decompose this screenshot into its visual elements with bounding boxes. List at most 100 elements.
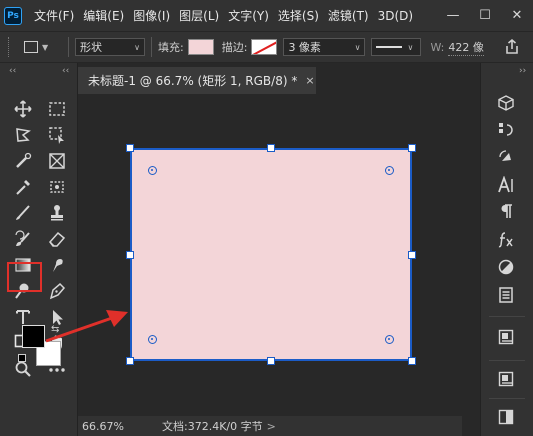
menu-3d[interactable]: 3D(D) [378,9,413,23]
frame-icon [49,153,65,169]
rectangle-tool-highlight [7,262,42,292]
photoshop-logo: Ps [4,6,22,25]
actions-panel-button[interactable] [494,145,518,169]
collapse-icon[interactable]: ›› [519,66,526,76]
brush-select-tool[interactable] [10,148,36,174]
collapse-icon[interactable]: ‹‹ [62,66,69,76]
swatches-icon [498,409,514,425]
spot-healing-tool[interactable] [44,174,70,200]
menu-layer[interactable]: 图层(L) [179,7,219,24]
mode-select-value: 形状 [80,41,102,54]
smudge-tool[interactable] [44,252,70,278]
corner-radius-handle[interactable] [385,166,394,175]
3d-panel-button[interactable] [494,91,518,115]
stroke-color-swatch[interactable] [251,39,278,55]
default-colors-icon[interactable] [18,354,26,362]
fill-color-swatch[interactable] [187,39,214,55]
document-info: 文档:372.4K/0 字节 [162,420,263,433]
transform-handle-left[interactable] [126,251,134,259]
menu-filter[interactable]: 滤镜(T) [328,7,369,24]
transform-handle-top[interactable] [267,144,275,152]
lasso-icon [16,128,31,142]
object-selection-icon [49,127,64,144]
document-tab[interactable]: 未标题-1 @ 66.7% (矩形 1, RGB/8) * × [78,67,316,94]
paragraph-panel-button[interactable] [494,199,518,223]
document-tab-title: 未标题-1 @ 66.7% (矩形 1, RGB/8) * [88,74,298,88]
mode-select[interactable]: 形状 ∨ [75,38,145,56]
transform-handle-top-right[interactable] [408,144,416,152]
minimize-button[interactable]: — [437,0,469,31]
layers-icon [498,329,514,345]
lasso-tool[interactable] [10,122,36,148]
panel-gap [462,63,480,436]
status-menu-arrow[interactable]: > [267,420,276,433]
fill-label: 填充: [158,41,184,54]
properties-panel-button[interactable] [494,283,518,307]
menu-edit[interactable]: 编辑(E) [83,7,124,24]
menu-image[interactable]: 图像(I) [133,7,170,24]
transform-handle-bottom[interactable] [267,357,275,365]
quick-selection-icon [16,152,32,168]
glyphs-panel-button[interactable] [494,227,518,251]
stroke-label: 描边: [221,41,248,54]
close-tab-icon[interactable]: × [305,74,314,87]
object-selection-tool[interactable] [44,122,70,148]
menu-file[interactable]: 文件(F) [34,7,74,24]
smudge-icon [53,259,63,272]
history-brush-icon [15,230,30,246]
history-brush-tool[interactable] [10,226,36,252]
crop-frame-tool[interactable] [44,148,70,174]
patch-icon [50,181,64,193]
width-field[interactable]: 422 像 [448,39,484,56]
restore-button[interactable]: ☐ [469,0,501,31]
zoom-level[interactable]: 66.67% [82,420,138,433]
collapse-icon[interactable]: ‹‹ [9,66,16,76]
share-icon[interactable] [503,38,521,56]
chevron-down-icon: ∨ [354,42,361,52]
tool-preset-picker[interactable]: ▼ [24,36,62,58]
history-panel-button[interactable] [494,118,518,142]
corner-radius-handle[interactable] [148,335,157,344]
stamp-icon [51,205,63,221]
menu-select[interactable]: 选择(S) [278,7,319,24]
right-panel-dock: ›› [480,63,533,436]
channels-icon [498,371,514,387]
brush-icon [16,205,30,220]
actions-icon [499,150,511,161]
move-icon [14,100,32,118]
chevron-down-icon: ∨ [134,42,140,52]
menu-bar: Ps 文件(F) 编辑(E) 图像(I) 图层(L) 文字(Y) 选择(S) 滤… [0,0,533,31]
marquee-tool[interactable] [44,96,70,122]
paragraph-icon [501,204,512,218]
marquee-icon [49,102,65,116]
transform-handle-right[interactable] [408,251,416,259]
character-panel-button[interactable] [494,173,518,197]
eyedropper-icon [16,180,30,195]
corner-radius-handle[interactable] [148,166,157,175]
stroke-type-select[interactable]: ∨ [371,38,422,56]
channels-panel-button[interactable] [494,367,518,391]
options-grip[interactable] [8,37,14,57]
stamp-tool[interactable] [44,200,70,226]
swatches-panel-button[interactable] [494,405,518,429]
corner-radius-handle[interactable] [385,335,394,344]
eraser-tool[interactable] [44,226,70,252]
stroke-width-select[interactable]: 3 像素 ∨ [283,38,366,56]
close-button[interactable]: ✕ [501,0,533,31]
type-icon [16,310,30,324]
rectangle-icon [24,41,38,53]
adjustments-panel-button[interactable] [494,255,518,279]
menu-type[interactable]: 文字(Y) [228,7,269,24]
history-icon [499,123,513,136]
transform-handle-bottom-right[interactable] [408,357,416,365]
move-tool[interactable] [10,96,36,122]
layers-panel-button[interactable] [494,325,518,349]
brush-tool[interactable] [10,200,36,226]
line-style-icon [376,46,403,48]
eyedropper-tool[interactable] [10,174,36,200]
options-bar: ▼ 形状 ∨ 填充: 描边: 3 像素 ∨ ∨ W: 422 像 [0,31,533,63]
transform-handle-top-left[interactable] [126,144,134,152]
transform-handle-bottom-left[interactable] [126,357,134,365]
chevron-down-icon: ▼ [42,42,49,52]
cube-icon [498,95,514,111]
